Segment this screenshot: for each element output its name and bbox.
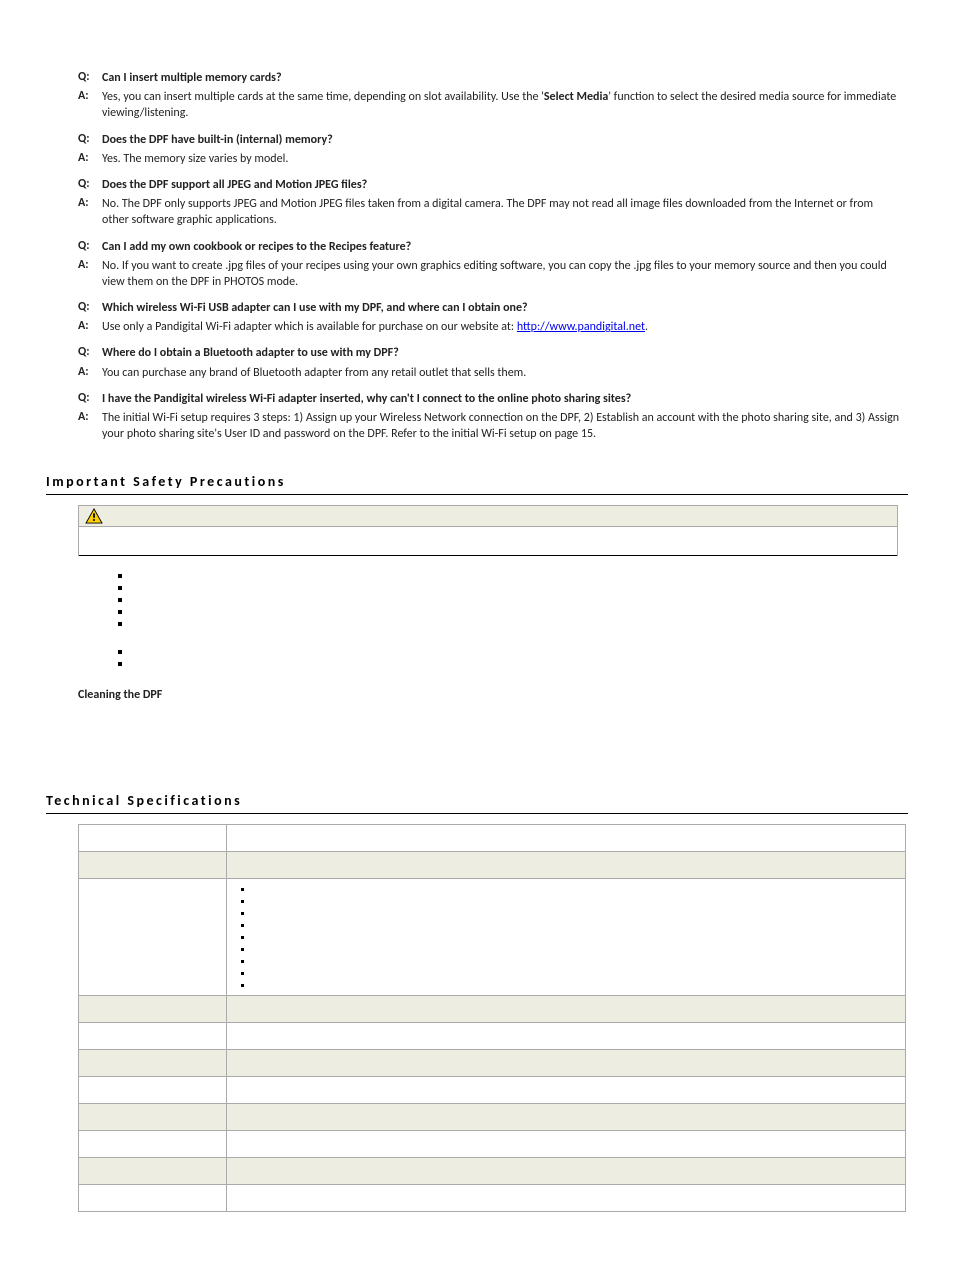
answer-text: Use only a Pandigital Wi-Fi adapter whic…	[102, 319, 906, 338]
answer-text: No. The DPF only supports JPEG and Motio…	[102, 196, 906, 231]
list-item	[118, 568, 908, 580]
a-label: A:	[78, 410, 102, 445]
section-rule	[46, 494, 908, 495]
list-item	[118, 580, 908, 592]
a-label: A:	[78, 258, 102, 293]
table-row	[79, 1185, 906, 1212]
faq-question-row: Q:Where do I obtain a Bluetooth adapter …	[78, 345, 906, 364]
answer-text: The initial Wi-Fi setup requires 3 steps…	[102, 410, 906, 445]
table-row	[79, 1023, 906, 1050]
question-text: I have the Pandigital wireless Wi-Fi ada…	[102, 391, 906, 410]
q-label: Q:	[78, 177, 102, 196]
faq-question-row: Q:Does the DPF support all JPEG and Moti…	[78, 177, 906, 196]
faq-question-row: Q:Can I add my own cookbook or recipes t…	[78, 239, 906, 258]
list-item	[241, 883, 897, 895]
caution-header	[79, 506, 897, 527]
list-item	[241, 967, 897, 979]
warning-icon	[85, 508, 103, 524]
section-rule	[46, 813, 908, 814]
table-row	[79, 1077, 906, 1104]
question-text: Which wireless Wi-Fi USB adapter can I u…	[102, 300, 906, 319]
question-text: Can I add my own cookbook or recipes to …	[102, 239, 906, 258]
q-label: Q:	[78, 391, 102, 410]
document-page: Q:Can I insert multiple memory cards?A:Y…	[0, 0, 954, 1272]
list-item	[241, 895, 897, 907]
faq-question-row: Q:I have the Pandigital wireless Wi-Fi a…	[78, 391, 906, 410]
a-label: A:	[78, 151, 102, 170]
list-item	[118, 644, 908, 656]
caution-box	[78, 505, 898, 556]
faq-question-row: Q:Does the DPF have built-in (internal) …	[78, 132, 906, 151]
list-item	[118, 592, 908, 604]
answer-text: Yes, you can insert multiple cards at th…	[102, 89, 906, 124]
list-item	[241, 943, 897, 955]
table-row	[79, 1050, 906, 1077]
table-row	[79, 825, 906, 852]
q-label: Q:	[78, 239, 102, 258]
a-label: A:	[78, 365, 102, 384]
faq-question-row: Q:Which wireless Wi-Fi USB adapter can I…	[78, 300, 906, 319]
q-label: Q:	[78, 345, 102, 364]
answer-text: You can purchase any brand of Bluetooth …	[102, 365, 906, 384]
faq-question-row: Q:Can I insert multiple memory cards?	[78, 70, 906, 89]
list-item	[118, 656, 908, 668]
list-item	[241, 919, 897, 931]
faq-answer-row: A:No. The DPF only supports JPEG and Mot…	[78, 196, 906, 231]
pandigital-link[interactable]: http://www.pandigital.net	[517, 320, 645, 334]
list-item	[241, 907, 897, 919]
a-label: A:	[78, 196, 102, 231]
select-media-emphasis: Select Media	[544, 90, 608, 104]
q-label: Q:	[78, 300, 102, 319]
question-text: Can I insert multiple memory cards?	[102, 70, 906, 89]
faq-answer-row: A:Yes. The memory size varies by model.	[78, 151, 906, 170]
faq-table: Q:Can I insert multiple memory cards?A:Y…	[78, 70, 906, 445]
caution-body	[79, 527, 897, 556]
list-item	[241, 931, 897, 943]
list-item	[241, 979, 897, 991]
answer-text: Yes. The memory size varies by model.	[102, 151, 906, 170]
question-text: Does the DPF have built-in (internal) me…	[102, 132, 906, 151]
table-row	[79, 1158, 906, 1185]
faq-answer-row: A:Use only a Pandigital Wi-Fi adapter wh…	[78, 319, 906, 338]
safety-list-1	[118, 568, 908, 628]
table-row	[79, 879, 906, 996]
q-label: Q:	[78, 70, 102, 89]
spec-table	[78, 824, 906, 1212]
table-row	[79, 1131, 906, 1158]
section-heading-safety: Important Safety Precautions	[46, 473, 908, 490]
a-label: A:	[78, 89, 102, 124]
list-item	[118, 616, 908, 628]
list-item	[241, 955, 897, 967]
table-row	[79, 1104, 906, 1131]
faq-answer-row: A:No. If you want to create .jpg files o…	[78, 258, 906, 293]
question-text: Where do I obtain a Bluetooth adapter to…	[102, 345, 906, 364]
a-label: A:	[78, 319, 102, 338]
faq-answer-row: A:The initial Wi-Fi setup requires 3 ste…	[78, 410, 906, 445]
question-text: Does the DPF support all JPEG and Motion…	[102, 177, 906, 196]
q-label: Q:	[78, 132, 102, 151]
safety-list-2	[118, 644, 908, 668]
subheading-cleaning: Cleaning the DPF	[78, 688, 908, 702]
faq-answer-row: A:Yes, you can insert multiple cards at …	[78, 89, 906, 124]
answer-text: No. If you want to create .jpg files of …	[102, 258, 906, 293]
spec-feature-list	[235, 883, 897, 991]
faq-answer-row: A:You can purchase any brand of Bluetoot…	[78, 365, 906, 384]
list-item	[118, 604, 908, 616]
table-row	[79, 852, 906, 879]
section-heading-tech: Technical Specifications	[46, 792, 908, 809]
table-row	[79, 996, 906, 1023]
